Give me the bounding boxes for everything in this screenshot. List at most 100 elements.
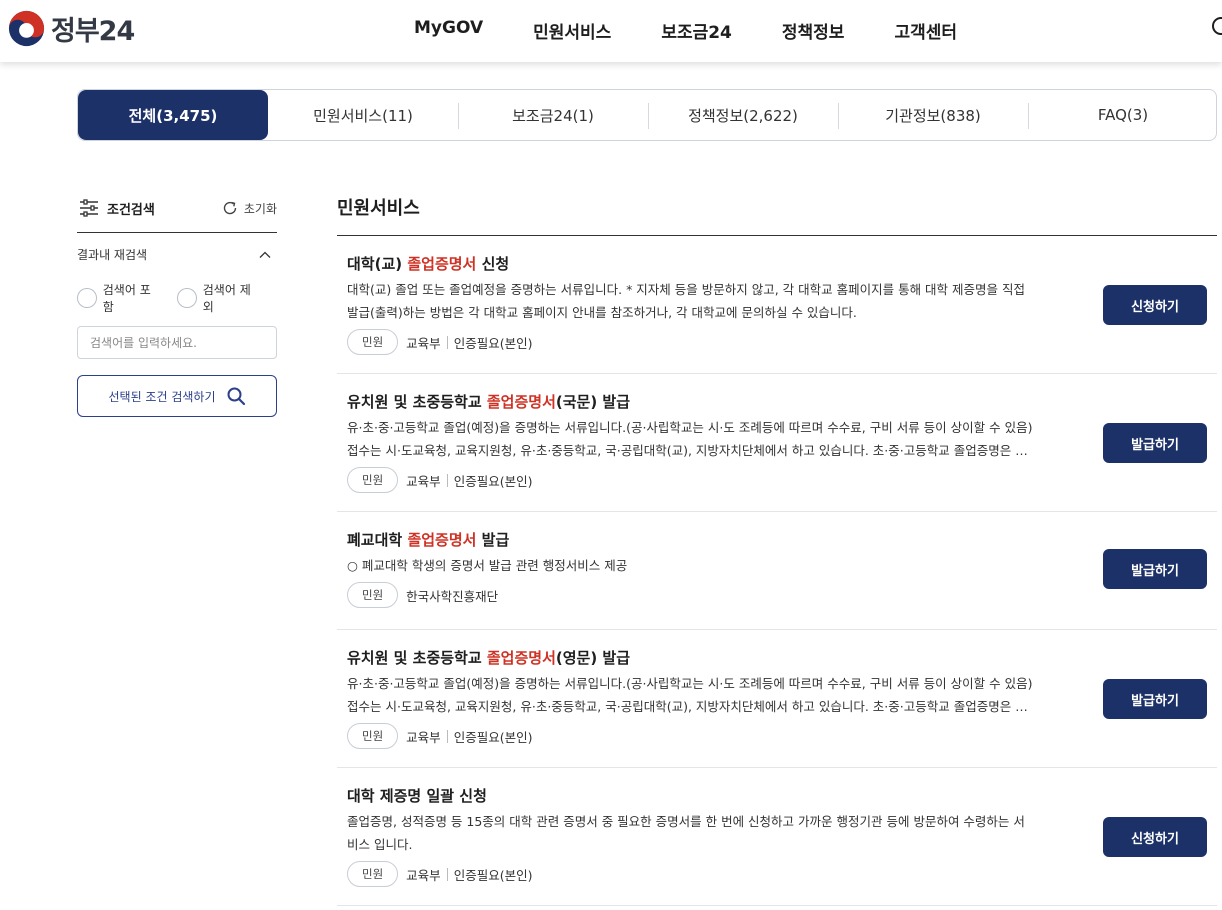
item-title-pre: 대학 제증명 일괄 신청 (347, 787, 487, 805)
list-item: 대학 제증명 일괄 신청 졸업증명, 성적증명 등 15종의 대학 관련 증명서… (337, 768, 1217, 906)
item-title-highlight: 졸업증명서 (407, 531, 477, 549)
item-title-highlight: 졸업증명서 (407, 255, 477, 273)
logo-text: 정부24 (51, 16, 135, 47)
auth-requirement: 인증필요(본인) (453, 729, 533, 745)
radio-include-circle[interactable] (77, 288, 97, 308)
radio-exclude-circle[interactable] (177, 288, 197, 308)
item-meta: 민원 교육부 인증필요(본인) (347, 723, 532, 749)
tab-policy-info[interactable]: 정책정보(2,622) (648, 90, 838, 140)
filter-divider (77, 232, 277, 233)
type-badge: 민원 (347, 329, 399, 355)
search-icon (227, 387, 245, 406)
auth-requirement: 인증필요(본인) (453, 867, 533, 883)
meta-separator (446, 867, 448, 881)
auth-requirement: 인증필요(본인) (453, 473, 533, 489)
item-title-post: 발급 (476, 531, 510, 549)
issue-button[interactable]: 발급하기 (1103, 549, 1207, 589)
type-badge: 민원 (347, 582, 399, 608)
item-title[interactable]: 대학(교) 졸업증명서 신청 (347, 253, 509, 274)
issue-button[interactable]: 발급하기 (1103, 423, 1207, 463)
item-meta: 민원 한국사학진흥재단 (347, 582, 498, 608)
item-desc-line: 대학(교) 졸업 또는 졸업예정을 증명하는 서류입니다. * 지자체 등을 방… (347, 282, 1026, 297)
radio-exclude-label: 검색어 제외 (202, 283, 251, 314)
list-item: 대학(교) 졸업증명서 신청 대학(교) 졸업 또는 졸업예정을 증명하는 서류… (337, 236, 1217, 374)
reset-label: 초기화 (243, 201, 277, 216)
taegeuk-logo-icon (8, 10, 45, 47)
item-title-post: (국문) 발급 (555, 393, 631, 411)
category-tabs: 전체(3,475) 민원서비스(11) 보조금24(1) 정책정보(2,622)… (77, 89, 1217, 141)
item-title-post: (영문) 발급 (555, 649, 631, 667)
agency-name: 교육부 (406, 867, 441, 883)
section-title: 민원서비스 (337, 198, 420, 219)
refine-search-toggle[interactable]: 결과내 재검색 (77, 246, 277, 263)
tab-civil-services[interactable]: 민원서비스(11) (268, 90, 458, 140)
nav-subsidy24[interactable]: 보조금24 (661, 18, 732, 43)
meta-separator (446, 729, 448, 743)
list-item: 폐교대학 졸업증명서 발급 ○ 폐교대학 학생의 증명서 발급 관련 행정서비스… (337, 512, 1217, 630)
nav-customer-center[interactable]: 고객센터 (894, 18, 957, 43)
radio-exclude[interactable]: 검색어 제외 (177, 281, 261, 315)
item-desc-line: 유·초·중·고등학교 졸업(예정)을 증명하는 서류입니다.(공·사립학교는 시… (347, 676, 1033, 691)
item-title-highlight: 졸업증명서 (486, 649, 556, 667)
type-badge: 민원 (347, 861, 399, 887)
item-title[interactable]: 대학 제증명 일괄 신청 (347, 785, 487, 806)
agency-name: 교육부 (406, 729, 441, 745)
type-badge: 민원 (347, 467, 399, 493)
header-search-icon[interactable] (1212, 17, 1222, 35)
refine-search-label: 결과내 재검색 (77, 248, 148, 262)
filter-header: 조건검색 초기화 (77, 196, 277, 220)
reset-button[interactable]: 초기화 (222, 200, 277, 217)
apply-filter-button[interactable]: 선택된 조건 검색하기 (77, 375, 277, 417)
item-desc-line: 유·초·중·고등학교 졸업(예정)을 증명하는 서류입니다.(공·사립학교는 시… (347, 420, 1033, 435)
refine-search-input[interactable]: 검색어를 입력하세요. (77, 326, 277, 359)
item-title-post: 신청 (476, 255, 510, 273)
filter-sidebar: 조건검색 초기화 결과내 재검색 검색어 포함 검색어 제외 검색어를 입력하세… (77, 196, 277, 417)
issue-button[interactable]: 발급하기 (1103, 679, 1207, 719)
main-nav: MyGOV 민원서비스 보조금24 정책정보 고객센터 (414, 18, 1007, 43)
tab-all[interactable]: 전체(3,475) (78, 90, 268, 140)
site-logo[interactable]: 정부24 (8, 9, 135, 48)
item-meta: 민원 교육부 인증필요(본인) (347, 467, 532, 493)
radio-include[interactable]: 검색어 포함 (77, 281, 161, 315)
apply-button[interactable]: 신청하기 (1103, 817, 1207, 857)
search-mode-radios: 검색어 포함 검색어 제외 (77, 281, 277, 315)
item-title[interactable]: 폐교대학 졸업증명서 발급 (347, 529, 509, 550)
item-desc-line: 졸업증명, 성적증명 등 15종의 대학 관련 증명서 중 필요한 증명서를 한… (347, 814, 1025, 829)
apply-button[interactable]: 신청하기 (1103, 285, 1207, 325)
item-title-highlight: 졸업증명서 (486, 393, 556, 411)
filter-title: 조건검색 (107, 202, 155, 218)
item-title-pre: 유치원 및 초중등학교 (347, 393, 487, 411)
item-description: 졸업증명, 성적증명 등 15종의 대학 관련 증명서 중 필요한 증명서를 한… (347, 810, 1087, 856)
item-description: 대학(교) 졸업 또는 졸업예정을 증명하는 서류입니다. * 지자체 등을 방… (347, 278, 1087, 324)
list-item: 유치원 및 초중등학교 졸업증명서(국문) 발급 유·초·중·고등학교 졸업(예… (337, 374, 1217, 512)
tab-subsidy24[interactable]: 보조금24(1) (458, 90, 648, 140)
auth-requirement: 인증필요(본인) (453, 335, 533, 351)
item-desc-line: 접수는 시·도교육청, 교육지원청, 유·초·중등학교, 국·공립대학(교), … (347, 443, 1028, 458)
nav-mygov[interactable]: MyGOV (414, 18, 483, 43)
meta-separator (446, 335, 448, 349)
item-title-pre: 유치원 및 초중등학교 (347, 649, 487, 667)
site-header: 정부24 MyGOV 민원서비스 보조금24 정책정보 고객센터 (0, 0, 1222, 62)
item-title[interactable]: 유치원 및 초중등학교 졸업증명서(영문) 발급 (347, 647, 630, 668)
nav-policy-info[interactable]: 정책정보 (782, 18, 845, 43)
item-description: 유·초·중·고등학교 졸업(예정)을 증명하는 서류입니다.(공·사립학교는 시… (347, 672, 1087, 718)
tab-agency-info[interactable]: 기관정보(838) (838, 90, 1028, 140)
item-desc-line: 비스 입니다. (347, 837, 413, 852)
filter-sliders-icon (80, 199, 98, 217)
item-title[interactable]: 유치원 및 초중등학교 졸업증명서(국문) 발급 (347, 391, 630, 412)
item-title-pre: 대학(교) (347, 255, 408, 273)
type-badge: 민원 (347, 723, 399, 749)
list-item: 유치원 및 초중등학교 졸업증명서(영문) 발급 유·초·중·고등학교 졸업(예… (337, 630, 1217, 768)
item-desc-line: ○ 폐교대학 학생의 증명서 발급 관련 행정서비스 제공 (347, 558, 628, 573)
chevron-up-icon (259, 251, 271, 258)
nav-civil-services[interactable]: 민원서비스 (533, 18, 611, 43)
tab-faq[interactable]: FAQ(3) (1028, 90, 1216, 140)
agency-name: 한국사학진흥재단 (406, 588, 499, 604)
item-description: 유·초·중·고등학교 졸업(예정)을 증명하는 서류입니다.(공·사립학교는 시… (347, 416, 1087, 462)
agency-name: 교육부 (406, 335, 441, 351)
refresh-icon (223, 201, 237, 215)
meta-separator (446, 473, 448, 487)
item-description: ○ 폐교대학 학생의 증명서 발급 관련 행정서비스 제공 (347, 554, 1087, 577)
item-desc-line: 접수는 시·도교육청, 교육지원청, 유·초·중등학교, 국·공립대학(교), … (347, 699, 1028, 714)
item-meta: 민원 교육부 인증필요(본인) (347, 329, 532, 355)
